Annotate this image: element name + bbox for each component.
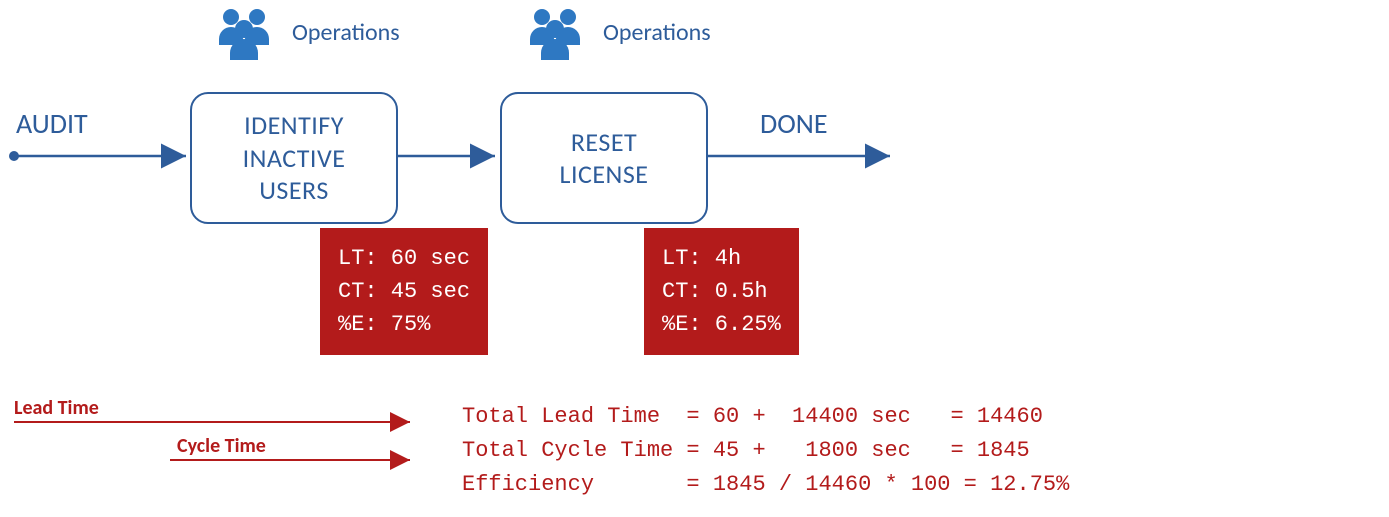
metric-line: LT: 4h — [662, 246, 741, 271]
metrics-card-2: LT: 4h CT: 0.5h %E: 6.25% — [644, 228, 799, 355]
totals-line: Efficiency = 1845 / 14460 * 100 = 12.75% — [462, 472, 1069, 497]
metric-line: %E: 6.25% — [662, 312, 781, 337]
box-line: INACTIVE — [243, 142, 346, 175]
cycle-time-label: Cycle Time — [177, 434, 266, 458]
metric-line: CT: 0.5h — [662, 279, 768, 304]
box-line: RESET — [571, 126, 637, 159]
process-box-identify: IDENTIFY INACTIVE USERS — [190, 92, 398, 224]
totals-block: Total Lead Time = 60 + 14400 sec = 14460… — [462, 400, 1069, 502]
lead-time-label: Lead Time — [14, 396, 99, 420]
audit-label: AUDIT — [16, 106, 88, 141]
metric-line: LT: 60 sec — [338, 246, 470, 271]
operations-label-1: Operations — [292, 18, 400, 47]
process-box-reset: RESET LICENSE — [500, 92, 708, 224]
operations-label-2: Operations — [603, 18, 711, 47]
totals-line: Total Lead Time = 60 + 14400 sec = 14460 — [462, 404, 1043, 429]
done-label: DONE — [760, 106, 828, 141]
box-line: IDENTIFY — [244, 109, 344, 142]
people-icon — [520, 5, 590, 60]
people-icon — [209, 5, 279, 60]
metric-line: CT: 45 sec — [338, 279, 470, 304]
box-line: USERS — [259, 174, 329, 207]
metrics-card-1: LT: 60 sec CT: 45 sec %E: 75% — [320, 228, 488, 355]
box-line: LICENSE — [560, 158, 649, 191]
totals-line: Total Cycle Time = 45 + 1800 sec = 1845 — [462, 438, 1030, 463]
metric-line: %E: 75% — [338, 312, 430, 337]
